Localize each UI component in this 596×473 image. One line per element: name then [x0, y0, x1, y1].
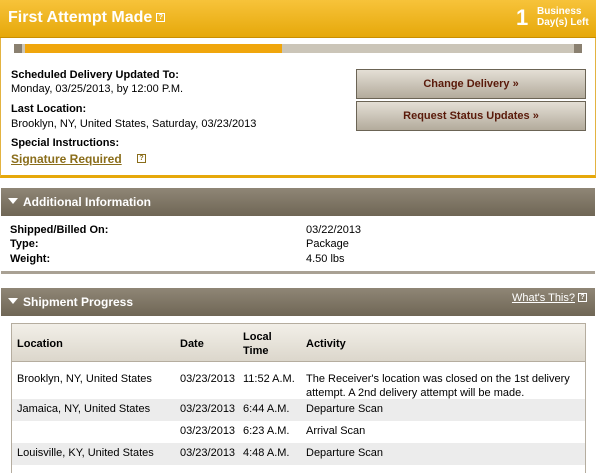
- table-header: Location Date Local Time Activity: [12, 324, 585, 362]
- row-activity: Arrival Scan: [306, 425, 366, 437]
- request-status-updates-button[interactable]: Request Status Updates »: [356, 101, 586, 131]
- signature-help-icon[interactable]: ?: [137, 154, 146, 163]
- row-location: Brooklyn, NY, United States: [17, 373, 152, 385]
- row-date: 03/23/2013: [180, 373, 236, 385]
- change-delivery-button[interactable]: Change Delivery »: [356, 69, 586, 99]
- additional-info-title: Additional Information: [23, 195, 151, 209]
- row-date: 03/23/2013: [180, 403, 236, 415]
- progress-fill: [25, 44, 282, 53]
- status-title-text: First Attempt Made: [8, 9, 153, 26]
- collapse-triangle-icon[interactable]: [8, 198, 18, 204]
- col-date: Date: [180, 338, 204, 350]
- table-row: 03/23/2013 6:23 A.M. Arrival Scan: [12, 421, 585, 443]
- row-time: 11:52 A.M.: [243, 373, 295, 385]
- row-date: 03/23/2013: [180, 447, 236, 459]
- row-time: 6:23 A.M.: [243, 425, 290, 437]
- progress-end-cap: [574, 44, 582, 53]
- row-activity: Departure Scan: [306, 403, 384, 415]
- col-time-line1: Local: [243, 331, 272, 343]
- weight-value: 4.50 lbs: [306, 253, 345, 265]
- special-instructions-label: Special Instructions:: [11, 137, 120, 149]
- status-header: First Attempt Made? 1 Business Day(s) Le…: [0, 0, 596, 38]
- weight-label: Weight:: [10, 253, 51, 265]
- shipment-progress-title: Shipment Progress: [23, 295, 134, 309]
- scheduled-delivery-value: Monday, 03/25/2013, by 12:00 P.M.: [11, 83, 184, 95]
- row-activity: Departure Scan: [306, 447, 384, 459]
- whats-this-help-icon[interactable]: ?: [578, 293, 587, 302]
- col-time-line2: Time: [243, 345, 269, 357]
- shipment-progress-table: Location Date Local Time Activity Brookl…: [11, 323, 586, 473]
- col-activity: Activity: [306, 338, 346, 350]
- last-location-value: Brooklyn, NY, United States, Saturday, 0…: [11, 118, 257, 130]
- help-icon[interactable]: ?: [156, 13, 166, 22]
- status-panel: Scheduled Delivery Updated To: Monday, 0…: [0, 38, 596, 178]
- shipment-progress-panel: Location Date Local Time Activity Brookl…: [1, 317, 595, 473]
- row-activity: The Receiver's location was closed on th…: [306, 373, 570, 385]
- progress-start-cap: [14, 44, 22, 53]
- table-row: Louisville, KY, United States 03/23/2013…: [12, 443, 585, 465]
- signature-required-link[interactable]: Signature Required: [11, 152, 122, 166]
- row-location: Louisville, KY, United States: [17, 447, 154, 459]
- scheduled-delivery-label: Scheduled Delivery Updated To:: [11, 69, 179, 81]
- progress-bar: [14, 44, 582, 53]
- whats-this-link[interactable]: What's This?: [512, 292, 575, 304]
- shipped-billed-value: 03/22/2013: [306, 224, 362, 236]
- row-location: Jamaica, NY, United States: [17, 403, 151, 415]
- type-label: Type:: [10, 238, 39, 250]
- col-location: Location: [17, 338, 63, 350]
- shipment-progress-header[interactable]: Shipment Progress What's This? ?: [1, 288, 595, 316]
- table-row: Brooklyn, NY, United States 03/23/2013 1…: [12, 363, 585, 399]
- table-row: Jamaica, NY, United States 03/23/2013 6:…: [12, 399, 585, 421]
- days-left-line1: Business: [537, 6, 582, 17]
- days-left-line2: Day(s) Left: [537, 17, 589, 28]
- type-value: Package: [306, 238, 349, 250]
- row-date: 03/23/2013: [180, 425, 236, 437]
- signature-required-text[interactable]: Signature Required: [11, 152, 122, 166]
- days-left-label: Business Day(s) Left: [537, 6, 589, 28]
- additional-info-header[interactable]: Additional Information: [1, 188, 595, 216]
- row-time: 6:44 A.M.: [243, 403, 290, 415]
- last-location-label: Last Location:: [11, 103, 87, 115]
- days-left-count: 1: [516, 5, 529, 30]
- shipped-billed-label: Shipped/Billed On:: [10, 224, 109, 236]
- additional-info-panel: Shipped/Billed On: 03/22/2013 Type: Pack…: [1, 216, 595, 274]
- status-title: First Attempt Made?: [8, 9, 166, 27]
- collapse-triangle-icon[interactable]: [8, 298, 18, 304]
- row-time: 4:48 A.M.: [243, 447, 290, 459]
